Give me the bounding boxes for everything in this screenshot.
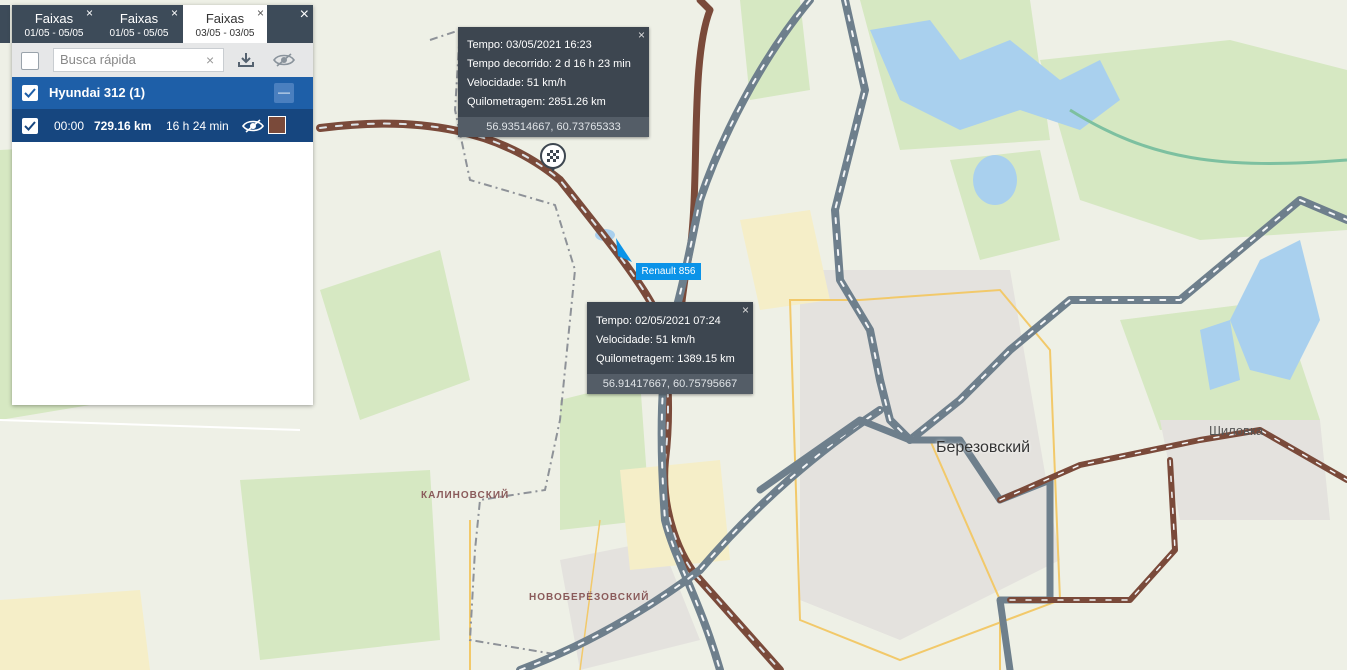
- popup-close-button[interactable]: ×: [742, 303, 749, 317]
- tab-bar: Faixas 01/05 - 05/05 × Faixas 01/05 - 05…: [12, 5, 313, 43]
- popup-time: Tempo: 03/05/2021 16:23: [467, 39, 592, 51]
- tab-label: Faixas: [205, 11, 245, 26]
- collapse-icon: —: [278, 85, 290, 99]
- tab-tracks-3[interactable]: Faixas 03/05 - 03/05 ×: [183, 5, 267, 43]
- tab-tracks-2[interactable]: Faixas 01/05 - 05/05 ×: [97, 5, 181, 43]
- eye-icon[interactable]: [242, 118, 264, 134]
- tracks-panel: Faixas 01/05 - 05/05 × Faixas 01/05 - 05…: [12, 5, 313, 405]
- tab-date: 03/05 - 03/05: [195, 28, 255, 39]
- popup-speed: Velocidade: 51 km/h: [596, 334, 696, 346]
- popup-time: Tempo: 02/05/2021 07:24: [596, 315, 721, 327]
- city-label: Березовский: [936, 439, 1031, 456]
- tab-tracks-1[interactable]: Faixas 01/05 - 05/05 ×: [12, 5, 96, 43]
- collapse-button[interactable]: —: [274, 83, 294, 103]
- unit-group-row[interactable]: Hyundai 312 (1) —: [12, 77, 313, 109]
- collapsed-tab-edge[interactable]: [0, 5, 10, 43]
- group-name: Hyundai 312 (1): [49, 85, 146, 100]
- hide-all-eye-icon[interactable]: [273, 52, 295, 68]
- town-label-novoberezovsky: НОВОБЕРЁЗОВСКИЙ: [529, 592, 650, 603]
- tab-close-icon[interactable]: ×: [257, 6, 264, 20]
- popup-speed: Velocidade: 51 km/h: [467, 77, 567, 89]
- vehicle-label[interactable]: Renault 856: [636, 263, 701, 280]
- popup-mileage: Quilometragem: 2851.26 km: [467, 96, 606, 108]
- track-color-swatch[interactable]: [268, 116, 286, 134]
- search-input[interactable]: Busca rápida: [53, 48, 224, 72]
- popup-coords: 56.93514667, 60.73765333: [458, 117, 649, 137]
- panel-toolbar: Busca rápida ×: [12, 43, 313, 77]
- track-row[interactable]: 00:00 729.16 km 16 h 24 min: [12, 109, 313, 142]
- track-point-popup-start: × Tempo: 02/05/2021 07:24 Velocidade: 51…: [587, 302, 753, 394]
- town-label-shilovka: Шиловка: [1209, 423, 1264, 438]
- select-all-checkbox[interactable]: [21, 52, 39, 70]
- tab-close-icon[interactable]: ×: [171, 6, 178, 20]
- popup-coords: 56.91417667, 60.75795667: [587, 374, 753, 394]
- town-label-kalinovsky: КАЛИНОВСКИЙ: [421, 490, 510, 501]
- popup-mileage: Quilometragem: 1389.15 km: [596, 353, 735, 365]
- popup-close-button[interactable]: ×: [638, 28, 645, 42]
- tab-date: 01/05 - 05/05: [109, 28, 169, 39]
- download-icon[interactable]: [237, 52, 255, 68]
- tab-label: Faixas: [34, 11, 74, 26]
- tab-date: 01/05 - 05/05: [24, 28, 84, 39]
- track-checkbox[interactable]: [22, 118, 38, 134]
- group-checkbox[interactable]: [22, 85, 38, 101]
- track-point-popup-end: × Tempo: 03/05/2021 16:23 Tempo decorrid…: [458, 27, 649, 137]
- panel-close-button[interactable]: ×: [300, 6, 309, 24]
- track-distance: 729.16 km: [94, 119, 152, 133]
- tab-label: Faixas: [119, 11, 159, 26]
- track-time: 00:00: [54, 119, 85, 133]
- tab-close-icon[interactable]: ×: [86, 6, 93, 20]
- popup-elapsed: Tempo decorrido: 2 d 16 h 23 min: [467, 58, 631, 70]
- track-duration: 16 h 24 min: [166, 119, 229, 133]
